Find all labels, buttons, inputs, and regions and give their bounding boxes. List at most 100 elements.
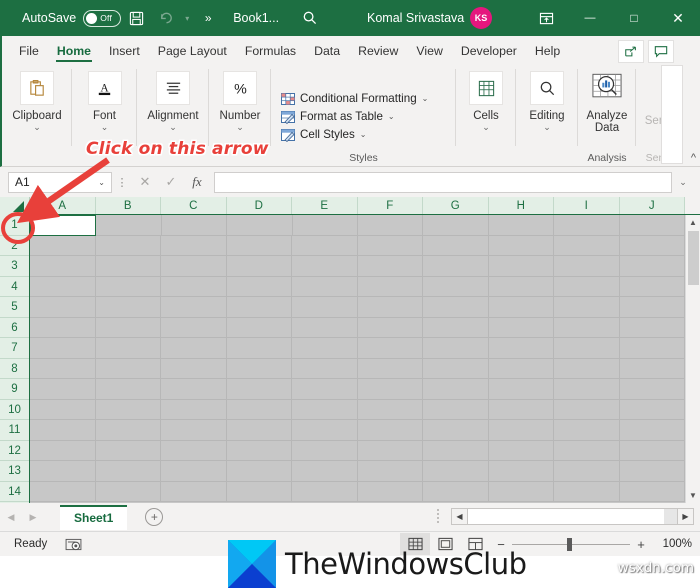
grid-cell-e13[interactable] — [292, 461, 358, 482]
grid-row[interactable] — [30, 420, 685, 441]
grid-cell-j3[interactable] — [620, 256, 686, 277]
grid-cell-d6[interactable] — [227, 318, 293, 339]
grid-cell-d4[interactable] — [227, 277, 293, 298]
row-header-10[interactable]: 10 — [0, 400, 29, 421]
undo-icon[interactable] — [151, 3, 181, 33]
grid-cell-b6[interactable] — [96, 318, 162, 339]
grid-cell-i14[interactable] — [554, 482, 620, 503]
tab-review[interactable]: Review — [349, 41, 407, 63]
grid-cell-b4[interactable] — [96, 277, 162, 298]
grid-cell-j5[interactable] — [620, 297, 686, 318]
grid-cell-g2[interactable] — [423, 236, 489, 257]
grid-cell-e6[interactable] — [292, 318, 358, 339]
ribbon-overflow-panel[interactable] — [661, 65, 683, 164]
grid-cell-c9[interactable] — [161, 379, 227, 400]
grid-cell-e7[interactable] — [292, 338, 358, 359]
grid-cell-d7[interactable] — [227, 338, 293, 359]
percent-icon[interactable]: % — [223, 71, 257, 105]
collapse-ribbon-icon[interactable]: ^ — [691, 152, 696, 164]
column-header-b[interactable]: B — [96, 197, 162, 214]
grid-cell-c7[interactable] — [161, 338, 227, 359]
grid-cell-f4[interactable] — [358, 277, 424, 298]
user-name[interactable]: Komal Srivastava — [367, 11, 464, 25]
tab-help[interactable]: Help — [526, 41, 569, 63]
grid-cell-i2[interactable] — [554, 236, 620, 257]
scroll-up-arrow-icon[interactable]: ▲ — [686, 215, 700, 230]
row-header-11[interactable]: 11 — [0, 420, 29, 441]
grid-cell-c8[interactable] — [161, 359, 227, 380]
grid-cell-g12[interactable] — [423, 441, 489, 462]
editing-find-icon[interactable] — [530, 71, 564, 105]
grid-cell-c10[interactable] — [161, 400, 227, 421]
grid-cell-g5[interactable] — [423, 297, 489, 318]
grid-cell-b10[interactable] — [96, 400, 162, 421]
column-header-i[interactable]: I — [554, 197, 620, 214]
grid-cell-j8[interactable] — [620, 359, 686, 380]
grid-cell-g1[interactable] — [423, 215, 488, 236]
grid-cell-f12[interactable] — [358, 441, 424, 462]
grid-cell-f9[interactable] — [358, 379, 424, 400]
vertical-scroll-thumb[interactable] — [688, 231, 699, 285]
chevron-down-icon[interactable]: ⌄ — [388, 112, 395, 121]
font-chevron-icon[interactable]: ⌄ — [101, 123, 109, 131]
grid-cell-b2[interactable] — [96, 236, 162, 257]
row-header-6[interactable]: 6 — [0, 318, 29, 339]
grid-cell-d11[interactable] — [227, 420, 293, 441]
row-header-2[interactable]: 2 — [0, 236, 29, 257]
grid-cell-i1[interactable] — [554, 215, 619, 236]
cells-chevron-icon[interactable]: ⌄ — [482, 123, 490, 131]
grid-row[interactable] — [30, 318, 685, 339]
ribbon-group-clipboard[interactable]: Clipboard ⌄ — [2, 63, 72, 166]
grid-cell-g3[interactable] — [423, 256, 489, 277]
row-header-4[interactable]: 4 — [0, 277, 29, 298]
grid-cell-a7[interactable] — [30, 338, 96, 359]
grid-cell-g13[interactable] — [423, 461, 489, 482]
grid-cell-e4[interactable] — [292, 277, 358, 298]
alignment-chevron-icon[interactable]: ⌄ — [169, 123, 177, 131]
grid-cell-i11[interactable] — [554, 420, 620, 441]
grid-cell-j9[interactable] — [620, 379, 686, 400]
grid-cell-j12[interactable] — [620, 441, 686, 462]
grid-cell-b13[interactable] — [96, 461, 162, 482]
alignment-icon[interactable] — [156, 71, 190, 105]
horizontal-scrollbar[interactable]: ◀ ▶ — [437, 507, 694, 525]
grid-cell-d1[interactable] — [227, 215, 292, 236]
grid-row[interactable] — [30, 379, 685, 400]
cell-styles-button[interactable]: Cell Styles ⌄ — [281, 126, 366, 144]
row-header-8[interactable]: 8 — [0, 359, 29, 380]
cancel-icon[interactable]: ✕ — [132, 171, 158, 193]
horizontal-scroll-thumb[interactable] — [468, 509, 664, 524]
grid-row[interactable] — [30, 277, 685, 298]
grid-cell-a8[interactable] — [30, 359, 96, 380]
format-as-table-button[interactable]: Format as Table ⌄ — [281, 108, 395, 126]
chevron-down-icon[interactable]: ⌄ — [360, 130, 367, 139]
grid-cell-i4[interactable] — [554, 277, 620, 298]
grid-cell-d13[interactable] — [227, 461, 293, 482]
number-chevron-icon[interactable]: ⌄ — [236, 123, 244, 131]
zoom-slider-thumb[interactable] — [567, 538, 572, 551]
grid-cell-h12[interactable] — [489, 441, 555, 462]
grid-cell-e10[interactable] — [292, 400, 358, 421]
grid-cell-c14[interactable] — [161, 482, 227, 503]
expand-formula-bar-icon[interactable]: ⌄ — [674, 177, 692, 188]
scroll-down-arrow-icon[interactable]: ▼ — [686, 488, 700, 503]
grid-row[interactable] — [30, 236, 685, 257]
grid-cell-f13[interactable] — [358, 461, 424, 482]
grid-cell-f6[interactable] — [358, 318, 424, 339]
tab-formulas[interactable]: Formulas — [236, 41, 305, 63]
previous-sheet-icon[interactable]: ◀ — [0, 503, 22, 531]
grid-cell-d12[interactable] — [227, 441, 293, 462]
column-header-d[interactable]: D — [227, 197, 293, 214]
zoom-slider[interactable] — [512, 544, 630, 545]
grid-cell-g8[interactable] — [423, 359, 489, 380]
grid-cell-a4[interactable] — [30, 277, 96, 298]
grid-cell-f3[interactable] — [358, 256, 424, 277]
grid-cell-a13[interactable] — [30, 461, 96, 482]
grid-cell-b11[interactable] — [96, 420, 162, 441]
column-header-h[interactable]: H — [489, 197, 555, 214]
ribbon-group-cells[interactable]: Cells ⌄ — [456, 63, 516, 166]
grid-cell-i7[interactable] — [554, 338, 620, 359]
grid-cell-d9[interactable] — [227, 379, 293, 400]
grid-cell-h9[interactable] — [489, 379, 555, 400]
tab-home[interactable]: Home — [48, 41, 100, 63]
